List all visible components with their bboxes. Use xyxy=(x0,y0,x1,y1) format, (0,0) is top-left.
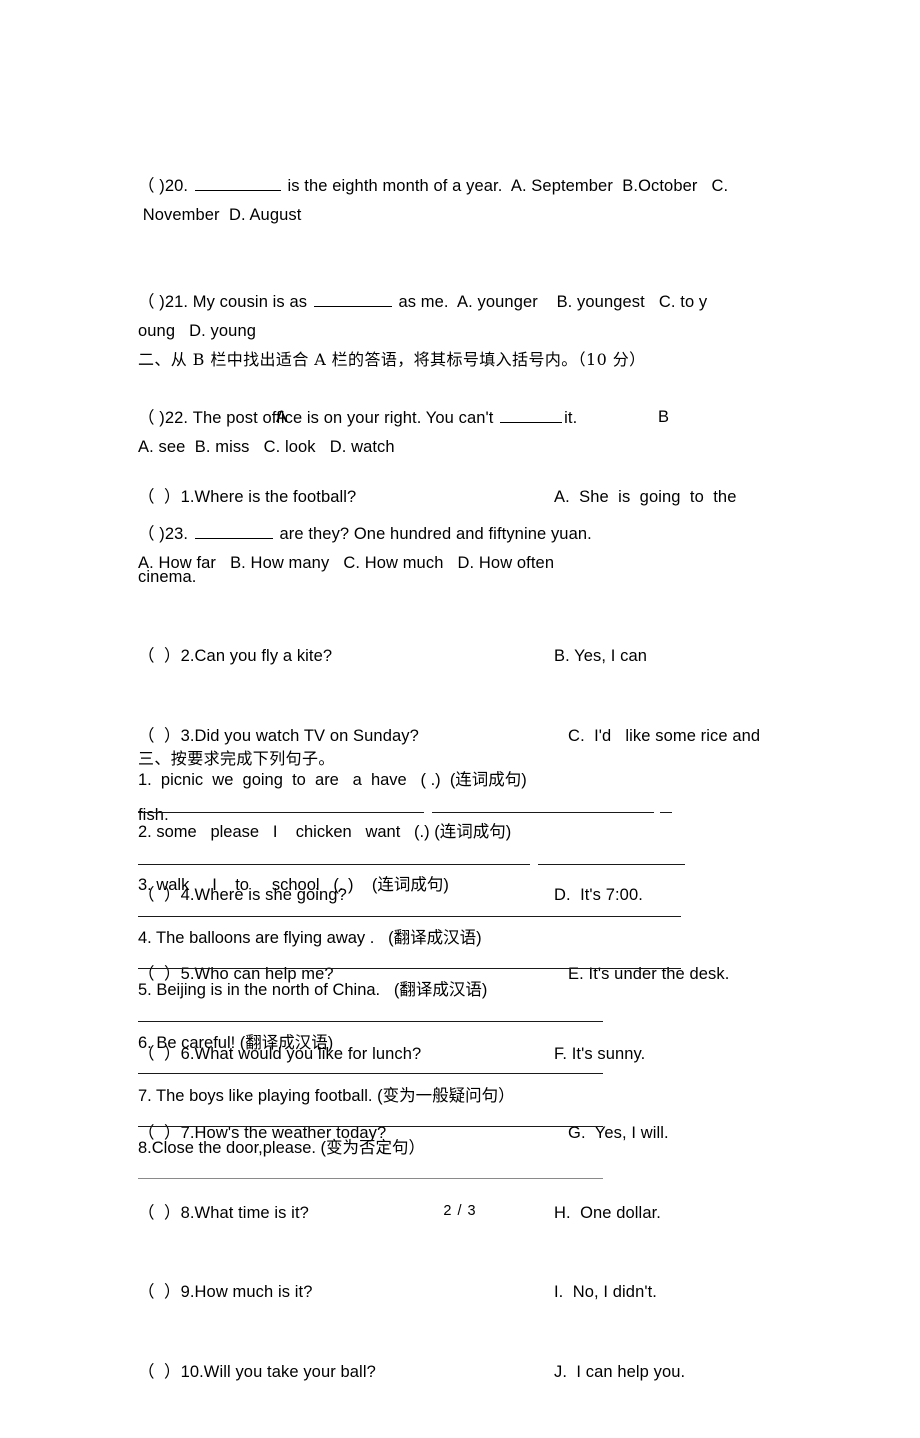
mc-item-q20: （ )20. is the eighth month of a year. A.… xyxy=(138,172,793,230)
match-a-item-2[interactable]: （ ）2.Can you fly a kite? xyxy=(138,643,538,670)
exam-page: （ )20. is the eighth month of a year. A.… xyxy=(0,0,920,1381)
answer-rule-2b[interactable] xyxy=(538,864,685,865)
answer-rule-1c[interactable] xyxy=(660,812,672,813)
match-a-item-1[interactable]: （ ）1.Where is the football? xyxy=(138,484,538,511)
mc-item-q21: （ )21. My cousin is as as me. A. younger… xyxy=(138,288,793,346)
answer-rule-5[interactable] xyxy=(138,1021,603,1022)
match-b-item-a: A. She is going to the xyxy=(554,488,737,506)
match-a-item-10[interactable]: （ ）10.Will you take your ball? xyxy=(138,1359,538,1386)
column-a-header: A xyxy=(276,408,288,426)
section3-item-1: 1. picnic we going to are a have ( .) (连… xyxy=(138,771,527,789)
section3-item-6: 6. Be careful! (翻译成汉语) xyxy=(138,1034,334,1052)
answer-rule-1a[interactable] xyxy=(138,812,424,813)
section3-item-8: 8.Close the door,please. (变为否定句） xyxy=(138,1139,426,1157)
answer-rule-4[interactable] xyxy=(138,968,681,969)
answer-rule-1b[interactable] xyxy=(432,812,654,813)
page-number: 2 / 3 xyxy=(443,1203,477,1219)
answer-rule-7[interactable] xyxy=(138,1126,603,1127)
mc-q21-pre: （ )21. My cousin is as xyxy=(138,293,312,311)
match-b-spacer-2 xyxy=(554,802,914,829)
match-column-b: A. She is going to the B. Yes, I can C. … xyxy=(554,431,914,1438)
match-a-wrap-cinema: cinema. xyxy=(138,567,197,586)
answer-rule-2a[interactable] xyxy=(138,864,530,865)
match-b-item-e: E. It's under the desk. xyxy=(554,965,730,983)
section3-item-5: 5. Beijing is in the north of China. (翻译… xyxy=(138,981,488,999)
answer-rule-3[interactable] xyxy=(138,916,681,917)
match-b-item-b: B. Yes, I can xyxy=(554,647,648,665)
section3-item-2: 2. some please I chicken want (.) (连词成句) xyxy=(138,823,512,841)
section3-item-3: 3. walk I to school (. ) (连词成句) xyxy=(138,876,449,894)
column-b-header: B xyxy=(658,408,670,426)
match-b-item-d: D. It's 7:00. xyxy=(554,885,643,904)
mc-q21-blank xyxy=(313,293,392,307)
mc-q22-pre: （ )22. The post office is on your right.… xyxy=(138,409,499,427)
mc-q20-blank xyxy=(194,177,281,191)
answer-rule-8[interactable] xyxy=(138,1178,603,1179)
section3-item-4: 4. The balloons are flying away . (翻译成汉语… xyxy=(138,929,482,947)
mc-q22-blank xyxy=(500,409,563,423)
section3-item-7: 7. The boys like playing football. (变为一般… xyxy=(138,1087,515,1105)
match-b-item-c: C. I'd like some rice and xyxy=(554,726,761,745)
mc-q20-pre: （ )20. xyxy=(138,177,193,195)
match-b-item-j: J. I can help you. xyxy=(554,1362,686,1381)
match-b-item-f: F. It's sunny. xyxy=(554,1044,646,1063)
match-b-item-g: G. Yes, I will. xyxy=(554,1124,669,1142)
match-b-spacer-1 xyxy=(554,564,914,591)
section-2-heading: 二、从 B 栏中找出适合 A 栏的答语，将其标号填入括号内。（10 分） xyxy=(138,350,646,369)
answer-rule-6[interactable] xyxy=(138,1073,603,1074)
